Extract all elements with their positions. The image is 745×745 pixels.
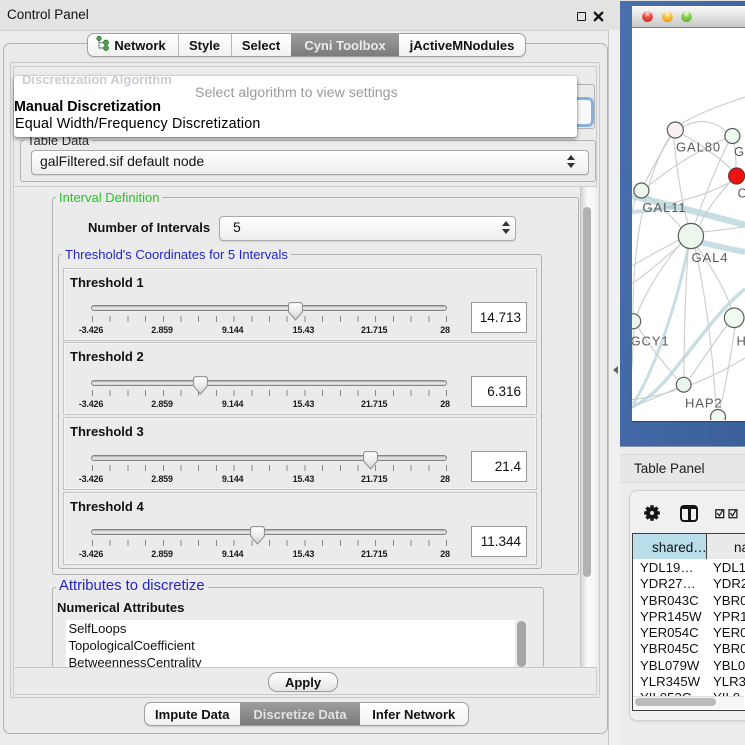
svg-text:GAL11: GAL11	[643, 200, 687, 215]
svg-text:GAL4: GAL4	[692, 250, 729, 265]
svg-text:GAL80: GAL80	[676, 140, 721, 155]
svg-text:GA: GA	[734, 144, 745, 159]
svg-text:GCY1: GCY1	[632, 334, 670, 349]
svg-text:C: C	[738, 186, 745, 201]
svg-text:HAP2: HAP2	[685, 396, 723, 411]
svg-text:H: H	[737, 334, 745, 349]
